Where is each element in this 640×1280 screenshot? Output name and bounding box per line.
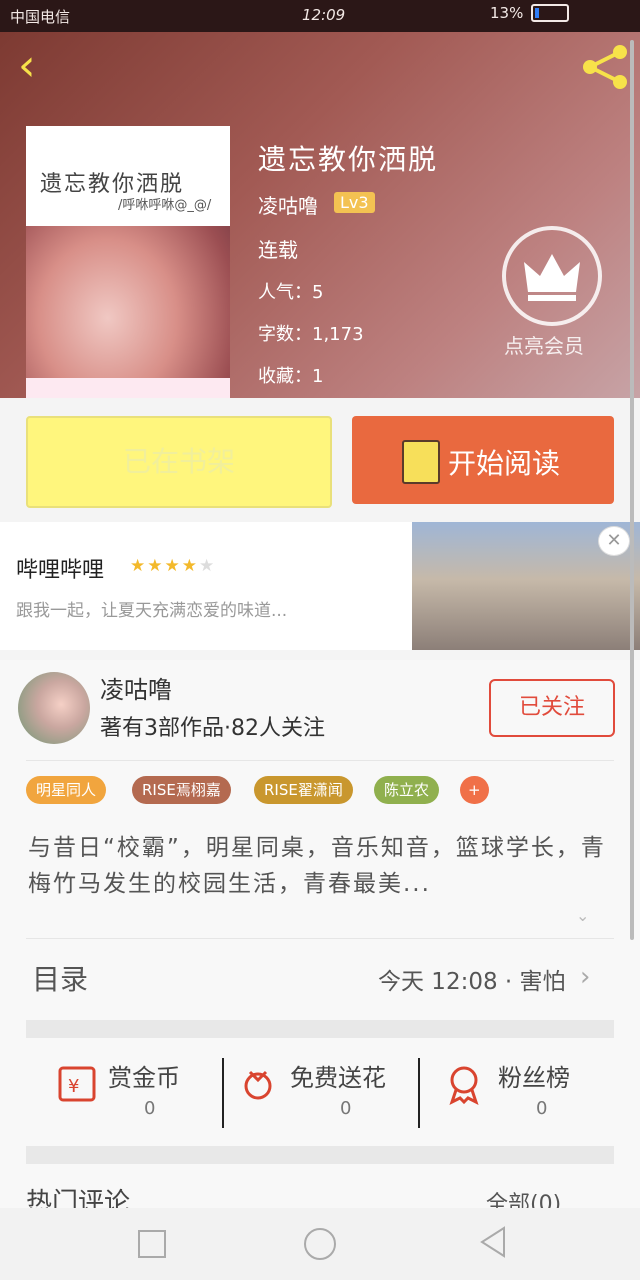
ad-description: 跟我一起，让夏天充满恋爱的味道...	[16, 601, 288, 621]
avatar[interactable]	[18, 672, 90, 744]
flower-icon	[244, 1070, 272, 1100]
section-divider	[26, 1146, 614, 1164]
divider	[26, 760, 614, 761]
status-icons: 13%	[490, 4, 570, 22]
author-name[interactable]: 凌咕噜	[100, 670, 172, 705]
cover-subtitle: /呼咻呼咻@_@/	[118, 198, 212, 213]
battery-icon	[531, 4, 570, 22]
member-label[interactable]: 点亮会员	[504, 330, 584, 359]
level-badge: Lv3	[334, 192, 375, 213]
recent-apps-icon[interactable]	[138, 1230, 166, 1258]
book-title: 遗忘教你洒脱	[258, 143, 439, 176]
coin-reward[interactable]: ¥ 赏金币 0	[26, 1054, 222, 1134]
section-divider	[26, 1020, 614, 1038]
start-reading-label: 开始阅读	[448, 447, 561, 480]
home-icon[interactable]	[304, 1228, 336, 1260]
book-status: 连载	[258, 238, 298, 262]
star-icon: ★★★★	[130, 556, 199, 576]
add-tag-button[interactable]: +	[460, 776, 489, 804]
reward-toolbar: ¥ 赏金币 0 免费送花 0 粉丝榜 0	[26, 1038, 614, 1146]
in-bookshelf-button[interactable]: 已在书架	[26, 416, 332, 508]
chevron-down-icon[interactable]: ⌄	[576, 906, 589, 925]
tag-item[interactable]: RISE焉栩嘉	[132, 776, 231, 804]
ad-rating: ★★★★★	[130, 556, 216, 576]
toc-latest-update[interactable]: 今天 12:08 · 害怕	[378, 962, 566, 996]
follow-button[interactable]: 已关注	[489, 679, 615, 737]
crown-icon[interactable]	[502, 226, 602, 326]
scrollbar[interactable]	[630, 40, 634, 940]
cover-photo	[26, 226, 230, 398]
clock: 12:09	[302, 6, 346, 24]
book-description[interactable]: 与昔日“校霸”，明星同桌，音乐知音，篮球学长，青梅竹马发生的校园生活，青春最美.…	[28, 830, 608, 902]
fan-ranking[interactable]: 粉丝榜 0	[418, 1054, 614, 1134]
book-cover[interactable]: 遗忘教你洒脱 /呼咻呼咻@_@/	[26, 126, 230, 398]
medal-icon	[449, 1066, 479, 1105]
battery-percent: 13%	[490, 4, 524, 22]
coin-envelope-icon: ¥	[58, 1066, 96, 1102]
free-flower[interactable]: 免费送花 0	[222, 1054, 418, 1134]
back-icon[interactable]	[478, 1226, 508, 1258]
book-favorites: 收藏：1	[258, 366, 324, 387]
carrier: 中国电信	[10, 8, 71, 26]
svg-text:¥: ¥	[68, 1076, 79, 1097]
book-author[interactable]: 凌咕噜	[258, 190, 318, 219]
status-bar: 中国电信 12:09 13%	[0, 0, 640, 32]
book-word-count: 字数：1,173	[258, 324, 364, 345]
book-popularity: 人气：5	[258, 282, 324, 303]
toc-label[interactable]: 目录	[32, 958, 88, 998]
tag-item[interactable]: 明星同人	[26, 776, 107, 804]
tag-item[interactable]: RISE翟潇闻	[254, 776, 353, 804]
author-info: 著有3部作品·82人关注	[100, 716, 325, 741]
share-icon[interactable]	[580, 44, 630, 90]
ad-title: 哔哩哔哩	[16, 558, 105, 583]
star-empty-icon: ★	[198, 556, 217, 576]
book-icon	[402, 440, 440, 484]
chevron-right-icon[interactable]: ›	[580, 962, 590, 992]
divider	[26, 938, 614, 939]
tag-item[interactable]: 陈立农	[374, 776, 440, 804]
chevron-left-icon[interactable]: ‹	[18, 44, 54, 88]
start-reading-button[interactable]: 开始阅读	[352, 416, 614, 504]
close-icon[interactable]: ✕	[598, 526, 630, 556]
